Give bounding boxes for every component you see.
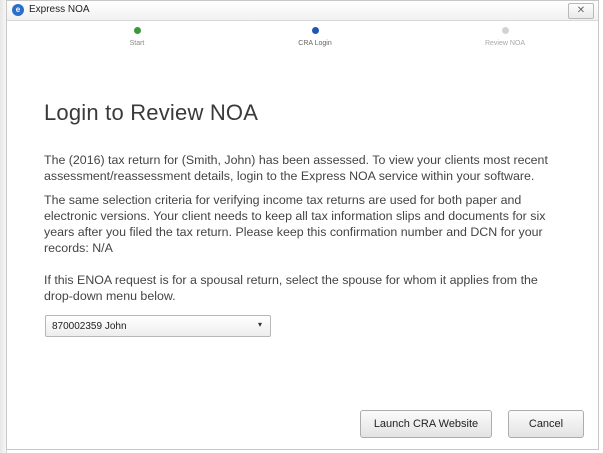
close-icon: ✕ [576,5,586,16]
progress-stepper: Start CRA Login Review NOA [7,23,598,73]
window-title: Express NOA [29,4,90,15]
spouse-select-value: 870002359 John [52,321,127,332]
step-cra-login: CRA Login [255,27,375,47]
title-bar: e Express NOA ✕ [7,1,598,21]
express-noa-icon: e [12,4,24,16]
step-start: Start [77,27,197,47]
step-current-dot [311,27,319,34]
cancel-button[interactable]: Cancel [508,410,584,438]
assessment-paragraph: The (2016) tax return for (Smith, John) … [44,153,548,183]
step-label: Review NOA [484,40,526,47]
criteria-paragraph: The same selection criteria for verifyin… [44,193,546,255]
step-label: CRA Login [298,40,332,47]
spousal-paragraph: If this ENOA request is for a spousal re… [44,273,538,303]
step-complete-dot [133,27,141,34]
main-content: Login to Review NOA The (2016) tax retur… [44,100,564,303]
step-label: Start [129,40,145,47]
launch-cra-website-button[interactable]: Launch CRA Website [360,410,492,438]
close-button[interactable]: ✕ [568,3,594,19]
page-title: Login to Review NOA [44,100,259,125]
spouse-select[interactable]: 870002359 John ▾ [45,315,271,337]
step-pending-dot [501,27,509,34]
chevron-down-icon: ▾ [257,320,262,329]
step-review-noa: Review NOA [445,27,565,47]
